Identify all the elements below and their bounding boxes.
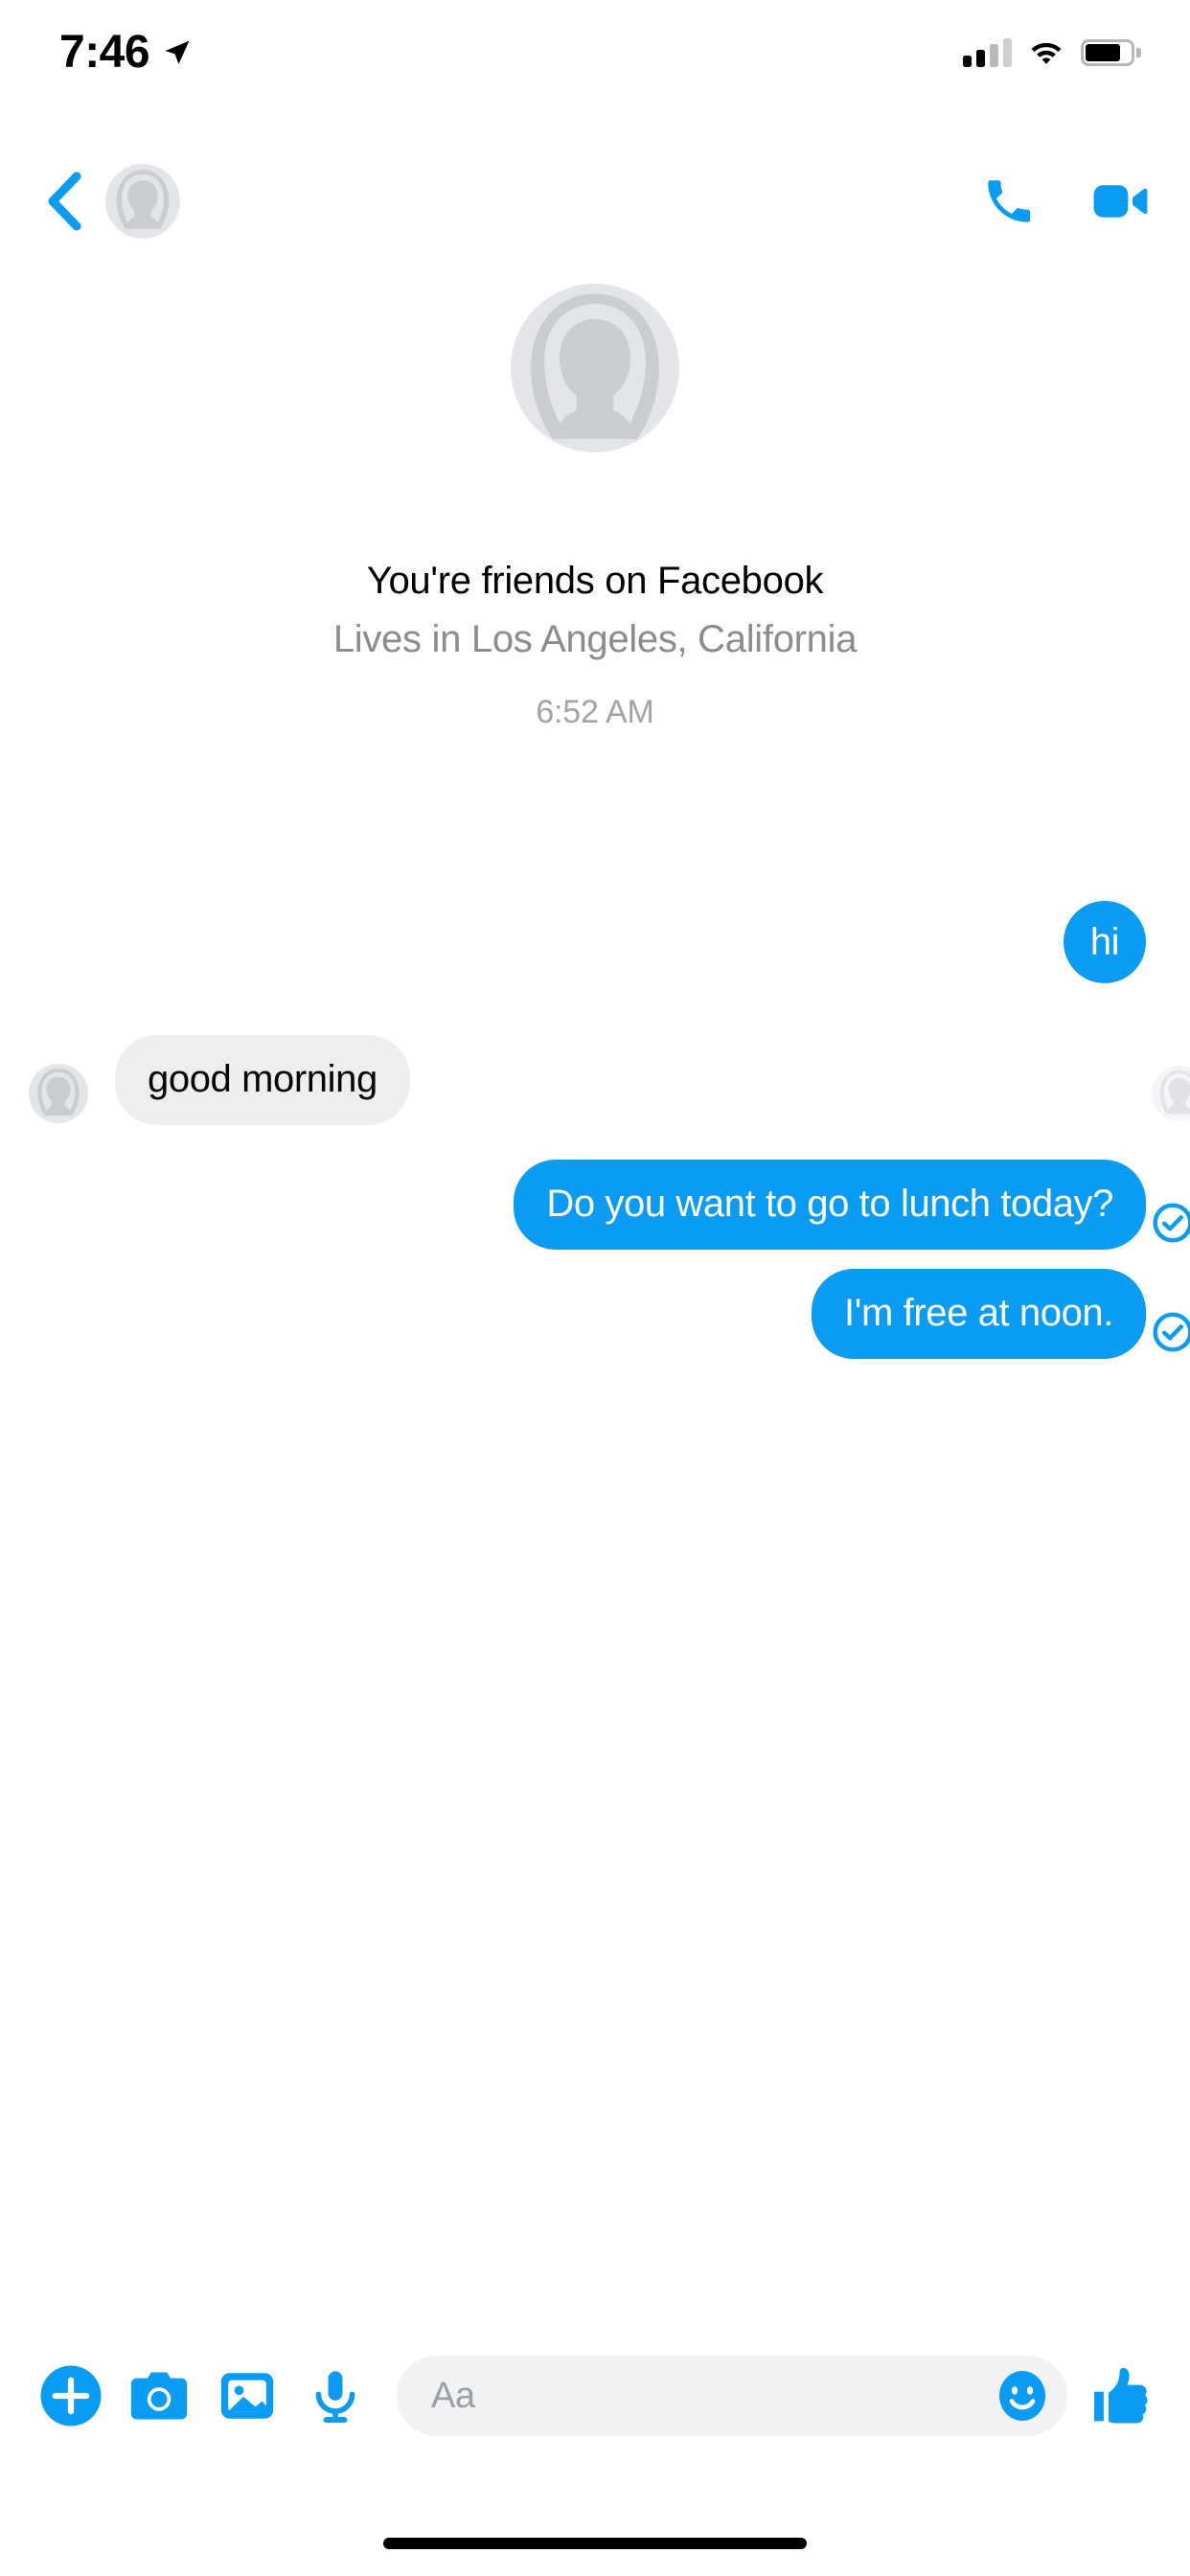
default-person-avatar-icon [531, 293, 659, 439]
status-bar-left: 7:46 [59, 30, 192, 76]
profile-name [443, 493, 747, 540]
seen-receipt-avatar-icon [1152, 1066, 1190, 1121]
friendship-status: You're friends on Facebook [366, 560, 824, 602]
delivered-check-icon [1153, 1203, 1190, 1243]
message-row: good morning [0, 1035, 1190, 1125]
conversation-profile-header: You're friends on Facebook Lives in Los … [0, 284, 1190, 731]
video-call-button[interactable] [1090, 172, 1150, 231]
message-sender-avatar[interactable] [29, 1064, 88, 1123]
conversation-nav-bar [0, 144, 1190, 259]
message-row: I'm free at noon. [0, 1269, 1190, 1359]
phone-icon [988, 180, 1030, 222]
chevron-left-icon [48, 172, 81, 231]
status-bar-right [963, 38, 1141, 67]
delivered-check-icon [1153, 1312, 1190, 1352]
status-bar: 7:46 [0, 0, 1190, 105]
photo-gallery-icon [220, 2373, 274, 2419]
default-person-avatar-icon [37, 1068, 80, 1116]
contact-name[interactable] [207, 178, 590, 224]
like-button[interactable] [1079, 2352, 1167, 2440]
camera-button[interactable] [115, 2352, 203, 2440]
profile-location: Lives in Los Angeles, California [332, 618, 858, 660]
voice-message-button[interactable] [291, 2352, 379, 2440]
back-button[interactable] [33, 170, 96, 233]
smiley-face-icon [999, 2371, 1045, 2421]
message-row: Do you want to go to lunch today? [0, 1160, 1190, 1250]
audio-call-button[interactable] [979, 172, 1039, 231]
emoji-button[interactable] [993, 2366, 1052, 2426]
conversation-timestamp: 6:52 AM [536, 694, 654, 730]
battery-icon [1081, 39, 1141, 66]
default-person-avatar-icon [1159, 1070, 1190, 1115]
wifi-icon [1031, 42, 1062, 64]
status-time: 7:46 [59, 27, 150, 78]
video-camera-icon [1093, 185, 1148, 218]
microphone-icon [315, 2371, 355, 2424]
gallery-button[interactable] [203, 2352, 291, 2440]
message-bubble-incoming[interactable]: good morning [115, 1035, 410, 1125]
message-thread: hi good morning Do you want to go to lun… [0, 901, 1190, 1359]
message-bubble-outgoing[interactable]: hi [1064, 901, 1146, 983]
plus-circle-icon [40, 2365, 102, 2426]
thumbs-up-icon [1094, 2367, 1148, 2424]
cellular-signal-icon [963, 38, 1012, 67]
add-attachment-button[interactable] [27, 2352, 115, 2440]
nav-actions [979, 172, 1150, 231]
message-bubble-outgoing[interactable]: I'm free at noon. [812, 1269, 1146, 1359]
message-bubble-outgoing[interactable]: Do you want to go to lunch today? [514, 1160, 1146, 1250]
default-person-avatar-icon [116, 170, 170, 229]
message-row: hi [0, 901, 1190, 983]
message-composer: Aa [0, 2329, 1190, 2463]
message-input[interactable]: Aa [397, 2356, 1067, 2436]
message-input-placeholder: Aa [431, 2375, 475, 2416]
home-indicator-bar [383, 2538, 807, 2549]
location-arrow-icon [165, 40, 190, 64]
contact-avatar[interactable] [105, 164, 180, 239]
camera-icon [130, 2372, 188, 2420]
profile-avatar[interactable] [511, 284, 679, 452]
